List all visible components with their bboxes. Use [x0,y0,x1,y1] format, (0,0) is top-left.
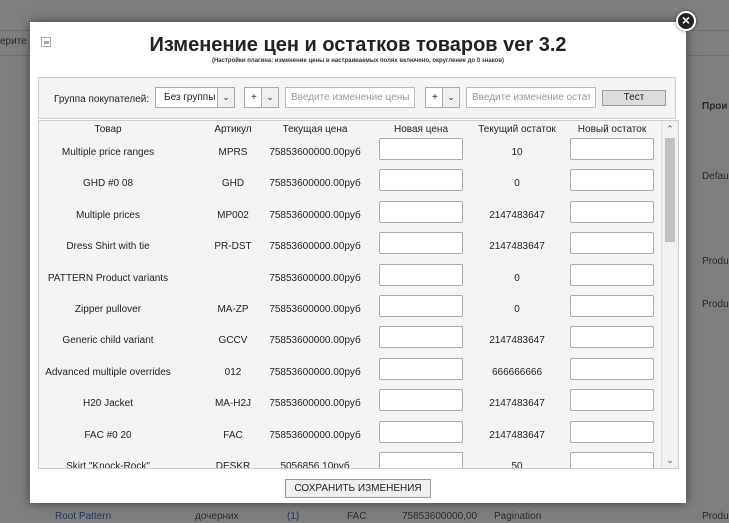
new-stock-input[interactable] [570,389,654,411]
current-price: 75853600000.00руб [269,430,361,441]
product-name: Multiple price ranges [61,147,155,158]
close-icon[interactable]: × [676,11,696,31]
current-stock: 2147483647 [489,210,545,221]
product-name: Advanced multiple overrides [45,367,171,378]
new-price-input[interactable] [379,169,463,191]
table-scrollbar[interactable]: ⌃ ⌄ [661,121,678,468]
customer-group-label: Группа покупателей: [54,94,150,105]
product-sku: GHD [221,178,245,189]
new-stock-input[interactable] [570,452,654,468]
chevron-down-icon[interactable]: ⌄ [442,87,460,108]
product-name: H20 Jacket [82,398,134,409]
current-price: 75853600000.00руб [269,367,361,378]
chevron-down-icon[interactable]: ⌄ [261,87,279,108]
price-sign-select[interactable]: + [244,87,262,108]
price-change-input[interactable] [285,87,415,108]
new-stock-input[interactable] [570,358,654,380]
new-price-input[interactable] [379,295,463,317]
current-stock: 0 [514,273,520,284]
new-price-input[interactable] [379,421,463,443]
product-sku: MPRS [218,147,248,158]
new-price-input[interactable] [379,389,463,411]
product-sku: FAC [223,430,243,441]
current-stock: 50 [511,461,523,469]
product-name: GHD #0 08 [82,178,134,189]
toolbar: Группа покупателей: Без группы ⌄ + ⌄ + ⌄… [38,77,676,119]
scroll-up-icon[interactable]: ⌃ [662,121,678,137]
current-stock: 666666666 [491,367,543,378]
current-price: 75853600000.00руб [269,335,361,346]
product-sku: PR-DST [214,241,252,252]
scroll-down-icon[interactable]: ⌄ [662,452,678,468]
new-stock-input[interactable] [570,326,654,348]
product-sku: GCCV [218,335,248,346]
current-stock: 0 [514,178,520,189]
current-price: 75853600000.00руб [269,178,361,189]
product-sku: MA-H2J [214,398,252,409]
new-stock-input[interactable] [570,138,654,160]
current-price: 75853600000.00руб [269,398,361,409]
new-stock-input[interactable] [570,264,654,286]
product-sku: MA-ZP [217,304,249,315]
current-stock: 2147483647 [489,430,545,441]
new-price-input[interactable] [379,264,463,286]
product-sku: DESKR [215,461,251,469]
product-name: FAC #0 20 [84,430,132,441]
chevron-down-icon[interactable]: ⌄ [217,87,235,108]
column-header-new-price: Новая цена [394,124,448,135]
new-stock-input[interactable] [570,232,654,254]
save-changes-button[interactable]: СОХРАНИТЬ ИЗМЕНЕНИЯ [285,479,431,498]
current-price: 75853600000.00руб [269,304,361,315]
new-price-input[interactable] [379,138,463,160]
column-header-current-price: Текущая цена [282,124,348,135]
current-stock: 2147483647 [489,335,545,346]
new-price-input[interactable] [379,326,463,348]
product-name: Multiple prices [76,210,140,221]
new-stock-input[interactable] [570,169,654,191]
product-name: PATTERN Product variants [47,273,169,284]
product-name: Zipper pullover [74,304,142,315]
current-price: 5056856.10руб [280,461,350,469]
dialog-subtitle: (Настройки плагина: изменение цены в нас… [211,58,505,64]
current-stock: 2147483647 [489,241,545,252]
column-header-product: Товар [94,124,122,135]
new-price-input[interactable] [379,452,463,468]
product-sku: MP002 [217,210,249,221]
current-price: 75853600000.00руб [269,147,361,158]
stock-change-input[interactable] [466,87,596,108]
new-stock-input[interactable] [570,295,654,317]
product-name: Generic child variant [62,335,154,346]
current-price: 75853600000.00руб [269,273,361,284]
dialog-title: Изменение цен и остатков товаров ver 3.2 [149,34,567,56]
column-header-current-stock: Текущий остаток [478,124,556,135]
scroll-thumb[interactable] [665,138,675,242]
column-header-new-stock: Новый остаток [577,124,647,135]
new-stock-input[interactable] [570,421,654,443]
current-price: 75853600000.00руб [269,241,361,252]
stock-sign-select[interactable]: + [425,87,443,108]
current-stock: 0 [514,304,520,315]
customer-group-select[interactable]: Без группы [155,87,219,108]
new-stock-input[interactable] [570,201,654,223]
new-price-input[interactable] [379,201,463,223]
current-stock: 2147483647 [489,398,545,409]
products-table: Товар Артикул Текущая цена Новая цена Те… [38,120,679,469]
test-button[interactable]: Тест [602,90,666,106]
price-stock-dialog: Изменение цен и остатков товаров ver 3.2… [30,22,686,503]
product-sku: 012 [224,367,242,378]
current-price: 75853600000.00руб [269,210,361,221]
new-price-input[interactable] [379,358,463,380]
current-stock: 10 [511,147,523,158]
column-header-sku: Артикул [214,124,252,135]
product-name: Skirt "Knock-Rock" [66,461,150,469]
product-name: Dress Shirt with tie [66,241,150,252]
new-price-input[interactable] [379,232,463,254]
